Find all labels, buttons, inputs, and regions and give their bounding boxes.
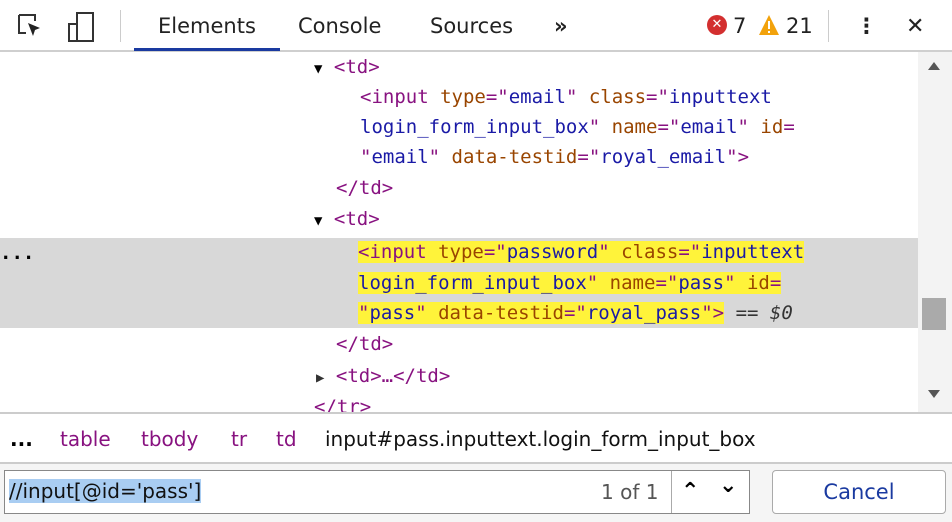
node-actions-dots[interactable]: ... — [0, 238, 34, 268]
device-toolbar-icon[interactable] — [66, 12, 98, 42]
close-icon[interactable]: ✕ — [906, 14, 924, 39]
dom-line[interactable]: </td> — [336, 329, 393, 359]
breadcrumb-item[interactable]: td — [276, 414, 297, 464]
breadcrumb-item[interactable]: table — [60, 414, 111, 464]
dom-tree: ... ▼ <td> <input type="email" class="in… — [0, 52, 918, 412]
dom-line[interactable]: login_form_input_box" name="email" id= — [360, 112, 795, 142]
expand-triangle-icon[interactable]: ▼ — [314, 213, 322, 229]
breadcrumb-item[interactable]: tr — [231, 414, 247, 464]
dom-line[interactable]: ▼ <td> — [314, 204, 380, 234]
warning-icon[interactable] — [758, 14, 780, 36]
match-count: 1 of 1 — [601, 480, 659, 504]
next-match-button[interactable]: ⌄ — [719, 473, 737, 498]
error-icon[interactable]: ✕ — [707, 15, 727, 35]
collapsed-triangle-icon[interactable]: ▶ — [316, 370, 324, 386]
breadcrumb-current[interactable]: input#pass.inputtext.login_form_input_bo… — [325, 414, 756, 464]
menu-icon[interactable]: ⋮ — [856, 14, 877, 38]
dom-line[interactable]: ▼ <td> — [314, 52, 380, 82]
dom-line[interactable]: </tr> — [314, 392, 371, 412]
breadcrumb-item[interactable]: tbody — [141, 414, 198, 464]
cancel-button[interactable]: Cancel — [772, 470, 946, 514]
warning-count[interactable]: 21 — [786, 14, 813, 38]
scroll-up-icon[interactable] — [928, 62, 940, 70]
dom-line[interactable]: <input type="email" class="inputtext — [360, 82, 772, 112]
dom-line[interactable]: ▶ <td>…</td> — [316, 361, 450, 391]
scrollbar[interactable] — [918, 52, 952, 412]
tab-elements[interactable]: Elements — [134, 14, 280, 51]
dom-line[interactable]: "email" data-testid="royal_email"> — [360, 142, 749, 172]
expand-triangle-icon[interactable]: ▼ — [314, 61, 322, 77]
dom-line-selected[interactable]: <input type="password" class="inputtext — [358, 237, 805, 267]
scroll-thumb[interactable] — [922, 298, 946, 330]
scroll-down-icon[interactable] — [928, 390, 940, 398]
breadcrumb-ellipsis[interactable]: ... — [10, 414, 33, 464]
devtools-toolbar: Elements Console Sources » ✕ 7 21 ⋮ ✕ — [0, 0, 952, 52]
dom-line-selected[interactable]: "pass" data-testid="royal_pass"> == $0 — [358, 298, 793, 328]
breadcrumb: ... table tbody tr td input#pass.inputte… — [0, 412, 952, 464]
previous-match-button[interactable]: ⌃ — [681, 479, 699, 504]
tab-console[interactable]: Console — [298, 14, 381, 38]
selected-node-marker: == $0 — [735, 302, 793, 324]
search-bar: //input[@id='pass'] 1 of 1 ⌃ ⌄ Cancel — [0, 464, 952, 522]
more-tabs-button[interactable]: » — [554, 14, 568, 38]
search-input[interactable]: //input[@id='pass'] 1 of 1 ⌃ ⌄ — [4, 470, 750, 514]
dom-line[interactable]: </td> — [336, 173, 393, 203]
dom-line-selected[interactable]: login_form_input_box" name="pass" id= — [358, 268, 782, 298]
search-query[interactable]: //input[@id='pass'] — [9, 479, 202, 503]
tab-sources[interactable]: Sources — [430, 14, 513, 38]
inspect-element-icon[interactable] — [16, 12, 44, 40]
error-count[interactable]: 7 — [733, 14, 746, 38]
